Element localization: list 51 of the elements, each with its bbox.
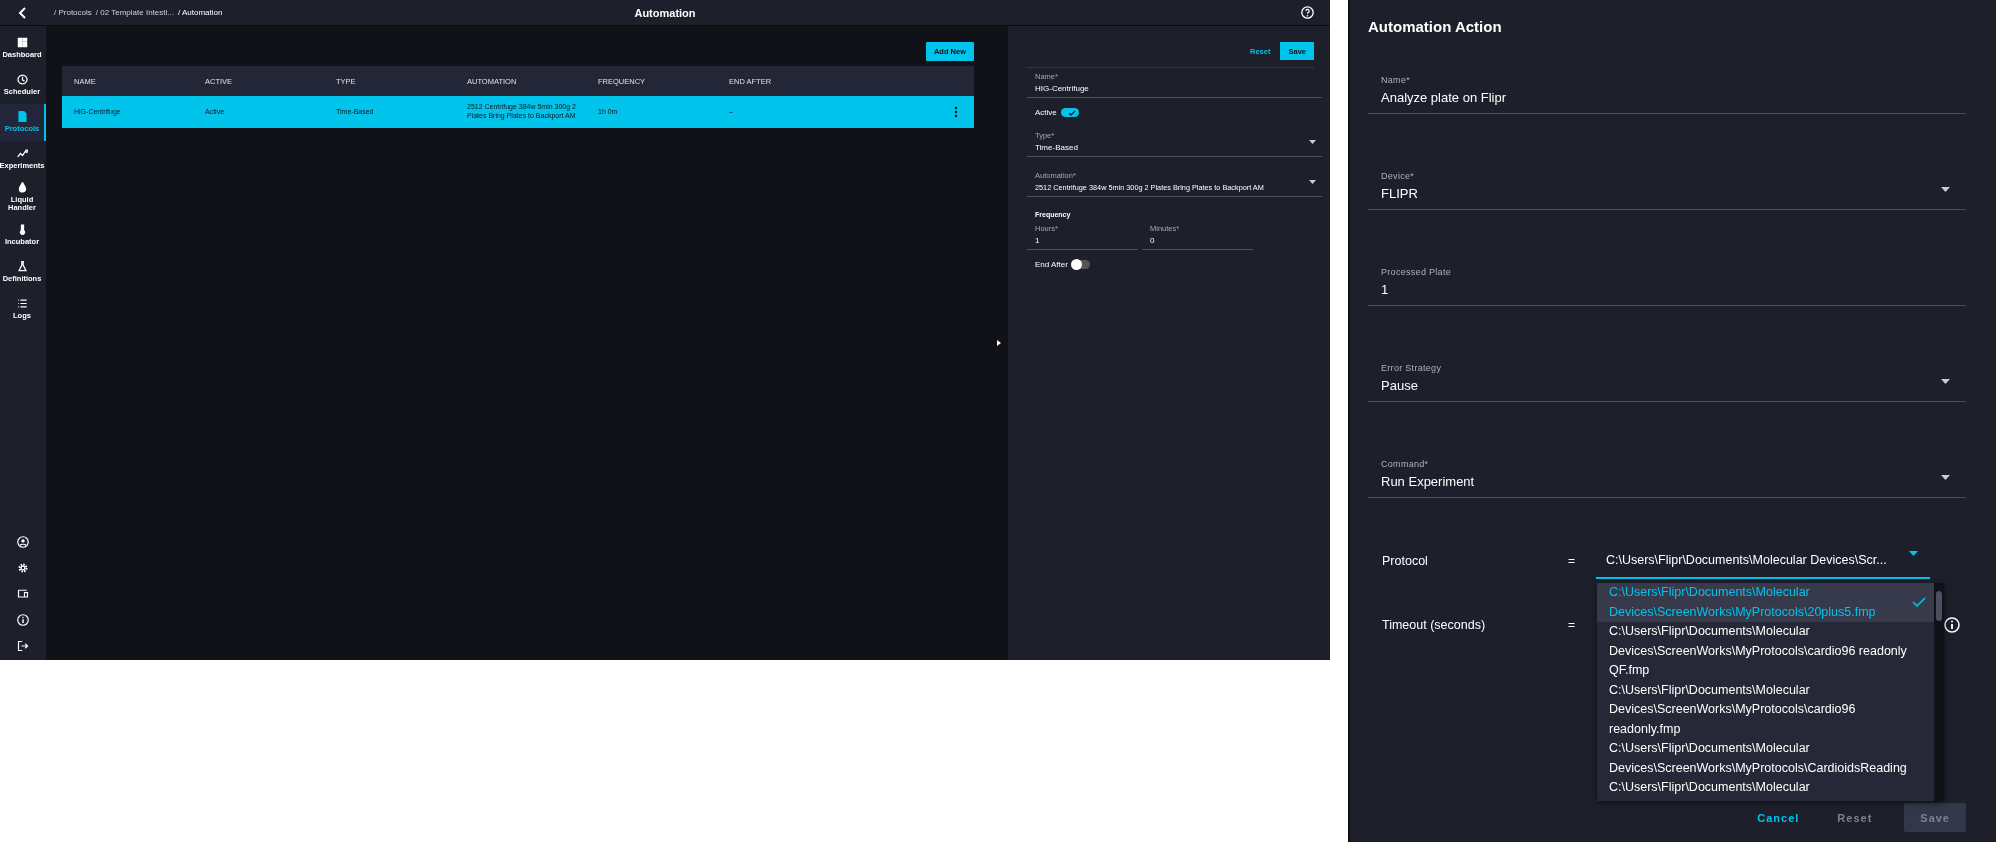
back-icon[interactable] <box>18 6 28 19</box>
help-icon[interactable] <box>1301 6 1314 19</box>
caret-icon <box>1909 551 1918 556</box>
dropdown-option[interactable]: C:\Users\Flipr\Documents\Molecular Devices\ScreenWorks\MyProtocols\cardio96 readonly QF.fmp <box>1597 622 1934 681</box>
info-icon[interactable] <box>1944 617 1960 633</box>
nav-icon <box>16 297 28 309</box>
caret-icon <box>1941 187 1950 192</box>
devices-icon[interactable] <box>17 588 29 600</box>
check-icon <box>1912 597 1926 607</box>
settings-icon[interactable] <box>17 562 29 574</box>
active-toggle[interactable] <box>1060 108 1079 117</box>
breadcrumb-link[interactable]: / 02 Template Intesti... <box>95 8 174 17</box>
end-after-toggle[interactable] <box>1071 260 1090 269</box>
active-label: Active <box>1035 108 1057 117</box>
scrollbar[interactable] <box>1934 583 1944 801</box>
dialog-title: Automation Action <box>1368 18 1503 35</box>
caret-icon <box>1309 140 1316 144</box>
dropdown-option[interactable]: C:\Users\Flipr\Documents\Molecular <box>1597 778 1934 798</box>
text-button[interactable]: Cancel <box>1751 811 1806 824</box>
operator-sign: = <box>1568 618 1576 632</box>
account-icon[interactable] <box>17 536 29 548</box>
protocol-select[interactable]: C:\Users\Flipr\Documents\Molecular Devices\Scr... <box>1596 543 1930 579</box>
breadcrumb-link[interactable]: / Protocols <box>54 8 92 17</box>
parameter-label: Timeout (seconds) <box>1381 618 1487 632</box>
nav-icon <box>16 37 28 49</box>
text-field[interactable]: Processed Plate 1 <box>1368 267 1966 306</box>
nav-icon <box>16 182 28 193</box>
more-icon[interactable] <box>954 106 958 118</box>
nav-icon <box>16 148 28 160</box>
operator-sign: = <box>1568 554 1576 568</box>
caret-icon <box>1941 475 1950 480</box>
select-field[interactable]: Device* FLIPR <box>1368 171 1966 210</box>
select-field[interactable]: Command* Run Experiment <box>1368 459 1966 498</box>
page-title: Automation <box>634 6 696 19</box>
expand-icon[interactable] <box>997 340 1001 346</box>
caret-icon <box>1941 379 1950 384</box>
logout-icon[interactable] <box>17 640 29 652</box>
nav-icon <box>16 260 28 272</box>
dropdown-option[interactable]: C:\Users\Flipr\Documents\Molecular Devices\ScreenWorks\MyProtocols\CardioidsReading <box>1597 739 1934 778</box>
select-field[interactable]: Error Strategy Pause <box>1368 363 1966 402</box>
end-after-label: End After <box>1035 260 1068 269</box>
info-icon[interactable] <box>17 614 29 626</box>
text-field[interactable]: Name* Analyze plate on Flipr <box>1368 75 1966 114</box>
nav-icon <box>16 111 28 123</box>
dropdown-option[interactable]: C:\Users\Flipr\Documents\Molecular Devices\ScreenWorks\MyProtocols\cardio96 readonly.fmp <box>1597 680 1934 739</box>
check-icon <box>1067 109 1076 116</box>
parameter-label: Protocol <box>1381 554 1429 568</box>
dropdown-option[interactable]: C:\Users\Flipr\Documents\Molecular Devices\ScreenWorks\MyProtocols\20plus5.fmp <box>1597 583 1934 622</box>
caret-icon <box>1309 180 1316 184</box>
breadcrumb-link[interactable]: / Automation <box>177 8 223 17</box>
nav-icon <box>16 74 28 86</box>
